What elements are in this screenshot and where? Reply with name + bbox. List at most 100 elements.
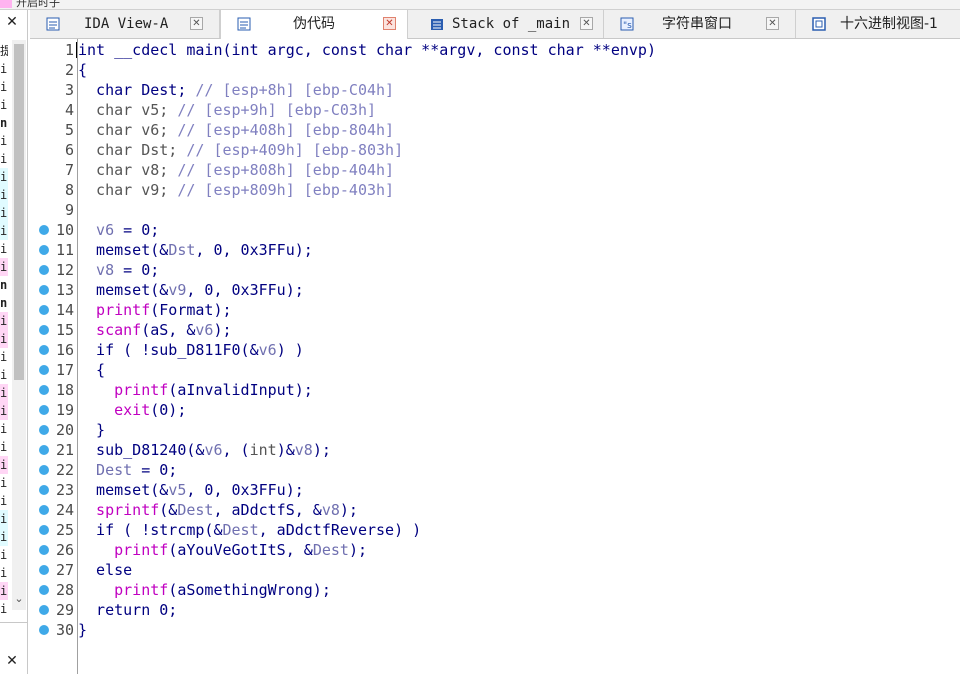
function-list-item[interactable]: i <box>0 312 8 330</box>
code-text[interactable]: else <box>78 560 132 580</box>
function-list-item[interactable]: i <box>0 384 8 402</box>
code-text[interactable]: char Dst; // [esp+409h] [ebp-803h] <box>78 140 403 160</box>
code-line[interactable]: 11 memset(&Dst, 0, 0x3FFu); <box>30 240 960 260</box>
code-text[interactable]: exit(0); <box>78 400 186 420</box>
horizontal-scrollbar[interactable] <box>0 622 27 631</box>
code-line[interactable]: 17 { <box>30 360 960 380</box>
function-list-item[interactable]: i <box>0 60 8 78</box>
function-list-item[interactable]: i <box>0 438 8 456</box>
code-line[interactable]: 21 sub_D81240(&v6, (int)&v8); <box>30 440 960 460</box>
code-line[interactable]: 15 scanf(aS, &v6); <box>30 320 960 340</box>
vertical-scrollbar[interactable]: ⌄ <box>12 40 26 610</box>
code-line[interactable]: 4 char v5; // [esp+9h] [ebp-C03h] <box>30 100 960 120</box>
function-list-item[interactable]: i <box>0 600 8 618</box>
close-icon[interactable]: ✕ <box>580 17 593 30</box>
function-list-item[interactable]: i <box>0 132 8 150</box>
code-line[interactable]: 26 printf(aYouVeGotItS, &Dest); <box>30 540 960 560</box>
code-line[interactable]: 25 if ( !strcmp(&Dest, aDdctfReverse) ) <box>30 520 960 540</box>
close-icon[interactable]: ✕ <box>190 17 203 30</box>
code-text[interactable]: char Dest; // [esp+8h] [ebp-C04h] <box>78 80 394 100</box>
code-text[interactable]: memset(&v5, 0, 0x3FFu); <box>78 480 304 500</box>
close-icon[interactable]: ✕ <box>383 17 396 30</box>
code-lines[interactable]: 1 int __cdecl main(int argc, const char *… <box>30 40 960 640</box>
code-line[interactable]: 3 char Dest; // [esp+8h] [ebp-C04h] <box>30 80 960 100</box>
code-text[interactable]: } <box>78 620 87 640</box>
scroll-down-icon[interactable]: ⌄ <box>12 590 26 608</box>
function-list-item[interactable]: i <box>0 330 8 348</box>
code-text[interactable]: memset(&v9, 0, 0x3FFu); <box>78 280 304 300</box>
tab-ida-view-a[interactable]: IDA View-A ✕ <box>30 10 220 38</box>
function-list-item[interactable]: i <box>0 456 8 474</box>
code-text[interactable]: scanf(aS, &v6); <box>78 320 231 340</box>
code-text[interactable]: Dest = 0; <box>78 460 177 480</box>
code-line[interactable]: 6 char Dst; // [esp+409h] [ebp-803h] <box>30 140 960 160</box>
code-line[interactable]: 14 printf(Format); <box>30 300 960 320</box>
code-text[interactable]: char v9; // [esp+809h] [ebp-403h] <box>78 180 394 200</box>
function-list-item[interactable]: i <box>0 402 8 420</box>
function-list-item[interactable]: i <box>0 546 8 564</box>
tab-strings-window[interactable]: "s 字符串窗口 ✕ <box>604 10 796 38</box>
tab-pseudocode[interactable]: 伪代码 ✕ <box>220 10 408 39</box>
code-line[interactable]: 30} <box>30 620 960 640</box>
code-line[interactable]: 9 <box>30 200 960 220</box>
function-list-item[interactable]: i <box>0 492 8 510</box>
close-icon[interactable]: ✕ <box>4 653 20 669</box>
code-line[interactable]: 23 memset(&v5, 0, 0x3FFu); <box>30 480 960 500</box>
function-list-item[interactable]: i <box>0 366 8 384</box>
code-line[interactable]: 16 if ( !sub_D811F0(&v6) ) <box>30 340 960 360</box>
code-line[interactable]: 22 Dest = 0; <box>30 460 960 480</box>
function-list-item[interactable]: i <box>0 348 8 366</box>
code-line[interactable]: 1 int __cdecl main(int argc, const char *… <box>30 40 960 60</box>
code-line[interactable]: 18 printf(aInvalidInput); <box>30 380 960 400</box>
function-list-item[interactable]: i <box>0 258 8 276</box>
tab-hex-view-1[interactable]: 十六进制视图-1 <box>796 10 960 38</box>
function-list-item[interactable]: i <box>0 150 8 168</box>
code-text[interactable]: char v6; // [esp+408h] [ebp-804h] <box>78 120 394 140</box>
code-text[interactable]: } <box>78 420 105 440</box>
function-list-item[interactable]: i <box>0 96 8 114</box>
code-line[interactable]: 7 char v8; // [esp+808h] [ebp-404h] <box>30 160 960 180</box>
code-line[interactable]: 10 v6 = 0; <box>30 220 960 240</box>
code-line[interactable]: 5 char v6; // [esp+408h] [ebp-804h] <box>30 120 960 140</box>
code-line[interactable]: 2{ <box>30 60 960 80</box>
function-list-item[interactable]: i <box>0 528 8 546</box>
code-text[interactable]: printf(aInvalidInput); <box>78 380 313 400</box>
function-list-item[interactable]: i <box>0 582 8 600</box>
function-list-item[interactable]: i <box>0 240 8 258</box>
function-list-item[interactable]: i <box>0 474 8 492</box>
code-text[interactable]: if ( !sub_D811F0(&v6) ) <box>78 340 304 360</box>
code-text[interactable]: return 0; <box>78 600 177 620</box>
scrollbar-thumb[interactable] <box>14 44 24 380</box>
code-text[interactable]: { <box>78 60 87 80</box>
code-text[interactable]: printf(Format); <box>78 300 231 320</box>
function-list-item[interactable]: n <box>0 276 8 294</box>
code-line[interactable]: 13 memset(&v9, 0, 0x3FFu); <box>30 280 960 300</box>
function-list-item[interactable]: n <box>0 294 8 312</box>
function-list-item[interactable]: i <box>0 420 8 438</box>
code-text[interactable]: v8 = 0; <box>78 260 159 280</box>
function-list-item[interactable]: i <box>0 510 8 528</box>
function-list-item[interactable]: i <box>0 564 8 582</box>
code-text[interactable]: char v8; // [esp+808h] [ebp-404h] <box>78 160 394 180</box>
function-list-item[interactable]: i <box>0 204 8 222</box>
code-line[interactable]: 8 char v9; // [esp+809h] [ebp-403h] <box>30 180 960 200</box>
code-line[interactable]: 27 else <box>30 560 960 580</box>
code-line[interactable]: 29 return 0; <box>30 600 960 620</box>
code-line[interactable]: 19 exit(0); <box>30 400 960 420</box>
function-list-item[interactable]: n <box>0 114 8 132</box>
code-line[interactable]: 20 } <box>30 420 960 440</box>
tab-stack-of-main[interactable]: Stack of _main ✕ <box>408 10 604 38</box>
code-text[interactable]: memset(&Dst, 0, 0x3FFu); <box>78 240 313 260</box>
function-list-item[interactable]: i <box>0 222 8 240</box>
code-line[interactable]: 24 sprintf(&Dest, aDdctfS, &v8); <box>30 500 960 520</box>
code-text[interactable]: printf(aYouVeGotItS, &Dest); <box>78 540 367 560</box>
code-text[interactable]: { <box>78 360 105 380</box>
code-text[interactable]: if ( !strcmp(&Dest, aDdctfReverse) ) <box>78 520 421 540</box>
code-text[interactable]: char v5; // [esp+9h] [ebp-C03h] <box>78 100 376 120</box>
function-list-item[interactable]: i <box>0 186 8 204</box>
close-icon[interactable]: ✕ <box>4 14 20 30</box>
code-text[interactable]: int __cdecl main(int argc, const char **… <box>78 40 656 60</box>
code-text[interactable]: v6 = 0; <box>78 220 159 240</box>
code-line[interactable]: 28 printf(aSomethingWrong); <box>30 580 960 600</box>
function-list-item[interactable]: 提 <box>0 42 8 60</box>
